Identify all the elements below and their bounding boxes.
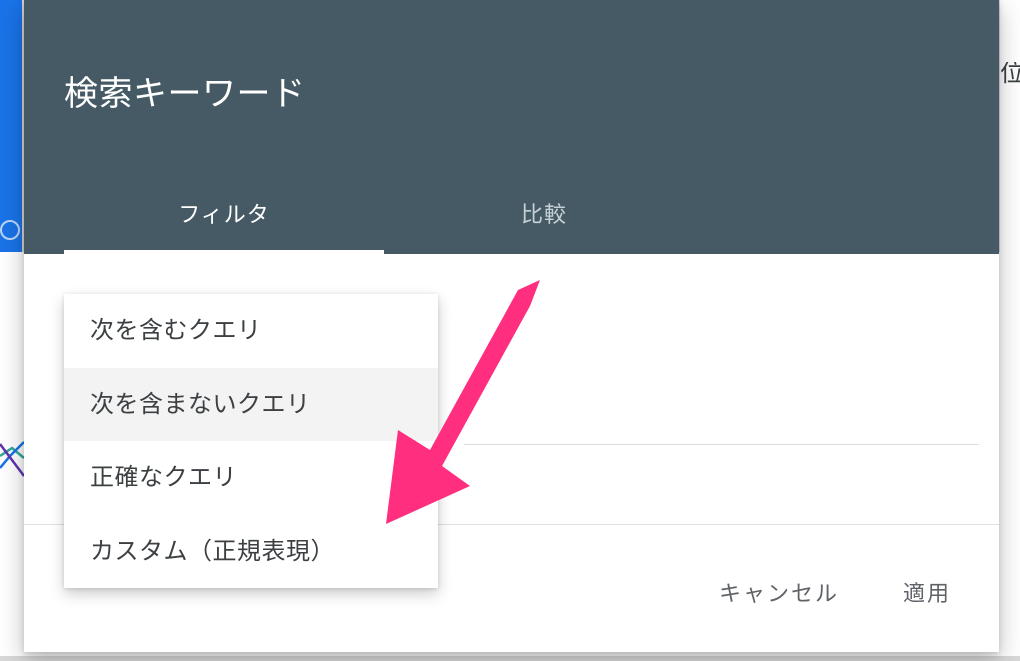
- query-type-dropdown[interactable]: 次を含むクエリ 次を含まないクエリ 正確なクエリ カスタム（正規表現）: [64, 294, 438, 588]
- input-underline: [464, 444, 979, 445]
- option-label: 次を含まないクエリ: [90, 391, 311, 418]
- dropdown-option-contains[interactable]: 次を含むクエリ: [64, 294, 438, 368]
- apply-button[interactable]: 適用: [895, 564, 959, 620]
- dialog-title: 検索キーワード: [24, 0, 999, 115]
- dropdown-option-regex[interactable]: カスタム（正規表現）: [64, 515, 438, 589]
- dropdown-option-exact[interactable]: 正確なクエリ: [64, 441, 438, 515]
- bg-sidebar-fragment: [0, 0, 22, 252]
- option-label: カスタム（正規表現）: [90, 538, 335, 565]
- bg-help-icon: [0, 220, 20, 240]
- tab-label: フィルタ: [178, 197, 270, 229]
- cancel-button[interactable]: キャンセル: [711, 564, 847, 620]
- tab-compare[interactable]: 比較: [384, 172, 704, 254]
- filter-dialog: 検索キーワード フィルタ 比較 次を含むクエリ 次を含まないクエリ 正確なクエリ…: [24, 0, 999, 652]
- tab-label: 比較: [521, 197, 567, 229]
- option-label: 次を含むクエリ: [90, 317, 262, 344]
- option-label: 正確なクエリ: [90, 464, 237, 491]
- dialog-body: 次を含むクエリ 次を含まないクエリ 正確なクエリ カスタム（正規表現） キャンセ…: [24, 254, 999, 652]
- dropdown-option-not-contains[interactable]: 次を含まないクエリ: [64, 368, 438, 442]
- bg-right-panel-fragment: [1000, 0, 1020, 656]
- tab-bar: フィルタ 比較: [64, 172, 704, 254]
- bg-right-text-fragment: 位: [1000, 62, 1020, 86]
- tab-filter[interactable]: フィルタ: [64, 172, 384, 254]
- dialog-header: 検索キーワード フィルタ 比較: [24, 0, 999, 254]
- dialog-actions: キャンセル 適用: [711, 564, 959, 620]
